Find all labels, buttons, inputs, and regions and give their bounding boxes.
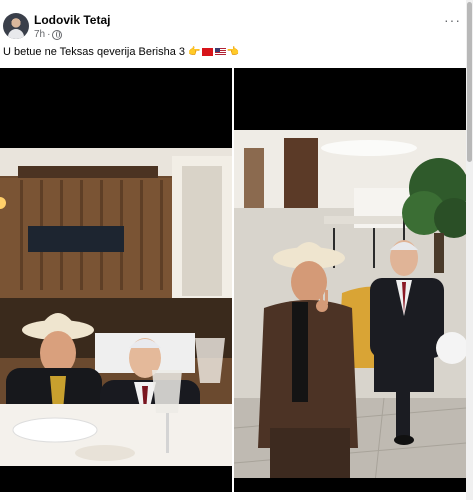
more-options-button[interactable]: ··· — [444, 12, 461, 28]
page-scrollbar[interactable] — [466, 0, 473, 500]
us-flag-icon — [214, 48, 226, 57]
albania-flag-icon — [201, 48, 213, 57]
post-meta: 7h · — [34, 29, 63, 40]
author-avatar[interactable] — [3, 13, 29, 39]
photo-grid — [0, 68, 466, 492]
lobby-photo[interactable] — [234, 68, 466, 492]
scrollbar-thumb[interactable] — [467, 2, 472, 162]
author-name[interactable]: Lodovik Tetaj — [34, 13, 110, 27]
facebook-post: Lodovik Tetaj 7h · ··· U betue ne Teksas… — [0, 0, 466, 500]
pointing-hand-icon: 👉 — [188, 46, 201, 58]
post-caption: U betue ne Teksas qeverija Berisha 3 👉 👈 — [3, 46, 239, 58]
pointing-hand-icon: 👈 — [226, 46, 239, 58]
meta-separator: · — [47, 29, 51, 40]
restaurant-photo[interactable] — [0, 68, 232, 492]
globe-icon — [52, 29, 63, 40]
caption-text: U betue ne Teksas qeverija Berisha 3 — [3, 46, 186, 58]
post-time[interactable]: 7h — [34, 29, 45, 40]
post-header: Lodovik Tetaj 7h · ··· — [0, 0, 466, 44]
